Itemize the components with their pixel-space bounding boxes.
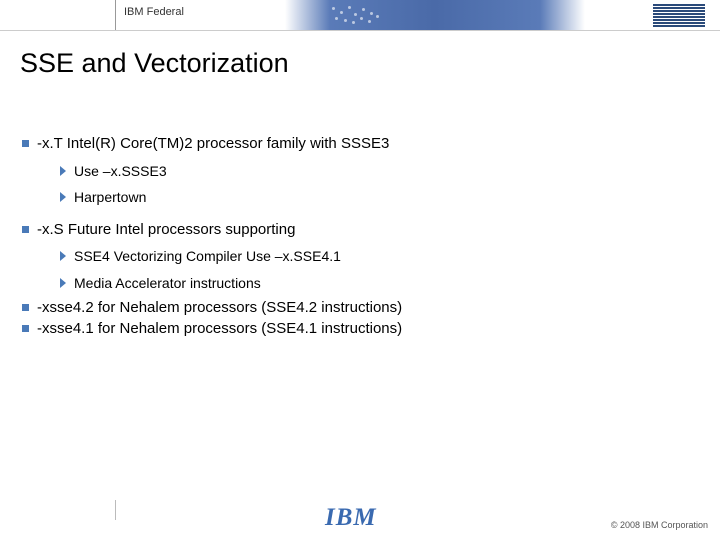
footer-divider: [115, 500, 116, 520]
square-bullet-icon: [22, 226, 29, 233]
bullet-item: -xsse4.1 for Nehalem processors (SSE4.1 …: [22, 319, 692, 339]
slide-title: SSE and Vectorization: [20, 48, 289, 79]
bullet-text: -x.T Intel(R) Core(TM)2 processor family…: [37, 134, 389, 154]
header-dots: [330, 5, 390, 25]
bullet-item: -xsse4.2 for Nehalem processors (SSE4.2 …: [22, 298, 692, 318]
square-bullet-icon: [22, 304, 29, 311]
ibm-footer-logo: IBM: [325, 504, 377, 532]
arrow-bullet-icon: [60, 278, 66, 288]
bullet-item: -x.T Intel(R) Core(TM)2 processor family…: [22, 134, 692, 154]
sub-bullet-item: Media Accelerator instructions: [60, 274, 692, 292]
footer: IBM © 2008 IBM Corporation: [0, 500, 720, 540]
header-underline: [0, 30, 720, 31]
header: IBM Federal: [0, 0, 720, 30]
sub-bullet-text: Use –x.SSSE3: [74, 162, 167, 180]
bullet-text: -xsse4.2 for Nehalem processors (SSE4.2 …: [37, 298, 402, 318]
sub-bullet-item: Harpertown: [60, 188, 692, 206]
copyright-text: © 2008 IBM Corporation: [611, 520, 708, 530]
arrow-bullet-icon: [60, 251, 66, 261]
square-bullet-icon: [22, 325, 29, 332]
header-label: IBM Federal: [124, 6, 184, 18]
arrow-bullet-icon: [60, 166, 66, 176]
bullet-text: -x.S Future Intel processors supporting: [37, 220, 295, 240]
ibm-logo-icon: [653, 4, 705, 33]
sub-bullet-text: Harpertown: [74, 188, 146, 206]
header-divider: [115, 0, 116, 30]
sub-bullet-item: SSE4 Vectorizing Compiler Use –x.SSE4.1: [60, 247, 692, 265]
bullet-text: -xsse4.1 for Nehalem processors (SSE4.1 …: [37, 319, 402, 339]
sub-bullet-item: Use –x.SSSE3: [60, 162, 692, 180]
bullet-item: -x.S Future Intel processors supporting: [22, 220, 692, 240]
square-bullet-icon: [22, 140, 29, 147]
sub-bullet-text: Media Accelerator instructions: [74, 274, 261, 292]
arrow-bullet-icon: [60, 192, 66, 202]
sub-bullet-text: SSE4 Vectorizing Compiler Use –x.SSE4.1: [74, 247, 341, 265]
slide-content: -x.T Intel(R) Core(TM)2 processor family…: [22, 134, 692, 341]
